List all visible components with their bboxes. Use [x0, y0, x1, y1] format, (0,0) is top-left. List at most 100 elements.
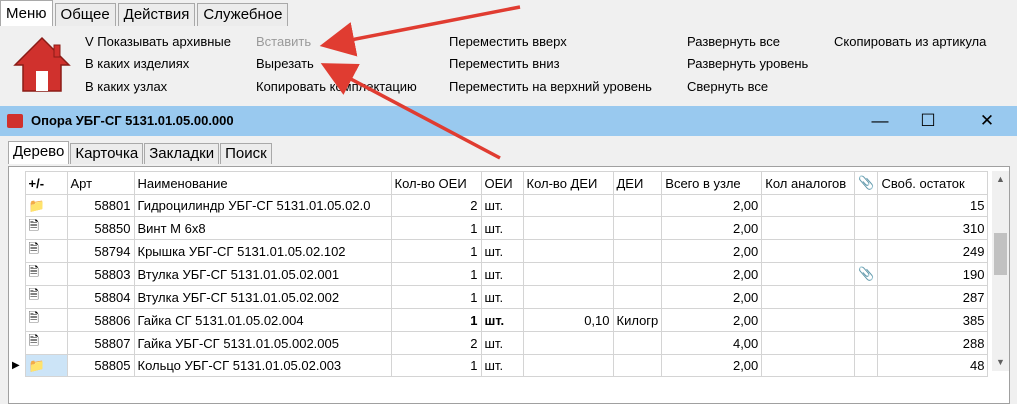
- cell-name[interactable]: Гидроцилиндр УБГ-СГ 5131.01.05.02.0: [133, 194, 392, 217]
- copy-from-article-button[interactable]: Скопировать из артикула: [834, 34, 986, 49]
- col-expand[interactable]: +/-: [24, 171, 68, 195]
- cell-name[interactable]: Втулка УБГ-СГ 5131.01.05.02.002: [133, 285, 392, 309]
- home-icon[interactable]: [12, 35, 72, 95]
- table-row[interactable]: 🗎 58804 Втулка УБГ-СГ 5131.01.05.02.002 1 шт…: [9, 285, 989, 309]
- table-row[interactable]: ▶ 📁 58805 Кольцо УБГ-СГ 5131.01.05.02.003 1 ш…: [9, 354, 989, 377]
- row-type-icon[interactable]: 🗎: [24, 262, 68, 286]
- row-type-icon[interactable]: 📁: [24, 194, 68, 217]
- cell-analogs[interactable]: [761, 331, 856, 355]
- cell-qty-oei[interactable]: 1: [390, 308, 482, 332]
- cell-attachment[interactable]: [854, 308, 879, 332]
- cell-analogs[interactable]: [761, 308, 856, 332]
- tab-menu[interactable]: Меню: [0, 0, 53, 27]
- cell-art[interactable]: 58803: [66, 262, 135, 286]
- row-type-icon[interactable]: 🗎: [24, 285, 68, 309]
- collapse-all-button[interactable]: Свернуть все: [687, 79, 768, 94]
- table-row[interactable]: 🗎 58794 Крышка УБГ-СГ 5131.01.05.02.102 1 шт…: [9, 239, 989, 263]
- scroll-down-icon[interactable]: ▼: [992, 354, 1009, 371]
- cell-total[interactable]: 4,00: [661, 331, 763, 355]
- col-analogs[interactable]: Кол аналогов: [761, 171, 856, 195]
- col-total[interactable]: Всего в узле: [661, 171, 763, 195]
- row-type-icon[interactable]: 🗎: [24, 331, 68, 355]
- in-nodes-button[interactable]: В каких узлах: [85, 79, 167, 94]
- cell-qty-oei[interactable]: 1: [390, 354, 482, 377]
- maximize-icon[interactable]: ☐: [905, 106, 951, 136]
- col-qty-oei[interactable]: Кол-во ОЕИ: [390, 171, 482, 195]
- col-name[interactable]: Наименование: [133, 171, 392, 195]
- cell-art[interactable]: 58804: [66, 285, 135, 309]
- move-down-button[interactable]: Переместить вниз: [449, 56, 560, 71]
- cell-dei[interactable]: [612, 262, 663, 286]
- col-attachment[interactable]: 📎: [854, 171, 879, 195]
- cell-attachment[interactable]: [854, 216, 879, 240]
- cell-stock[interactable]: 385: [877, 308, 989, 332]
- cell-name[interactable]: Крышка УБГ-СГ 5131.01.05.02.102: [133, 239, 392, 263]
- cell-qty-oei[interactable]: 1: [390, 285, 482, 309]
- cell-oei[interactable]: шт.: [480, 331, 524, 355]
- row-type-icon[interactable]: 📁: [24, 354, 68, 377]
- tab-actions[interactable]: Действия: [117, 3, 196, 26]
- cell-total[interactable]: 2,00: [661, 262, 763, 286]
- row-type-icon[interactable]: 🗎: [24, 239, 68, 263]
- cell-qty-oei[interactable]: 2: [390, 331, 482, 355]
- col-art[interactable]: Арт: [66, 171, 135, 195]
- minimize-icon[interactable]: —: [857, 106, 903, 136]
- cell-name[interactable]: Гайка СГ 5131.01.05.02.004: [133, 308, 392, 332]
- cell-art[interactable]: 58850: [66, 216, 135, 240]
- cell-oei[interactable]: шт.: [480, 285, 524, 309]
- cell-total[interactable]: 2,00: [661, 216, 763, 240]
- cell-oei[interactable]: шт.: [480, 308, 524, 332]
- cell-qty-dei[interactable]: [522, 194, 614, 217]
- cell-dei[interactable]: [612, 331, 663, 355]
- cell-art[interactable]: 58807: [66, 331, 135, 355]
- cell-analogs[interactable]: [761, 216, 856, 240]
- cell-analogs[interactable]: [761, 262, 856, 286]
- cell-total[interactable]: 2,00: [661, 285, 763, 309]
- cell-attachment[interactable]: [854, 331, 879, 355]
- cell-art[interactable]: 58801: [66, 194, 135, 217]
- row-type-icon[interactable]: 🗎: [24, 216, 68, 240]
- cell-oei[interactable]: шт.: [480, 216, 524, 240]
- cell-attachment[interactable]: [854, 285, 879, 309]
- paste-button[interactable]: Вставить: [256, 34, 311, 49]
- window-titlebar[interactable]: Опора УБГ-СГ 5131.01.05.00.000 — ☐ ✕: [0, 106, 1017, 136]
- cell-stock[interactable]: 288: [877, 331, 989, 355]
- cell-stock[interactable]: 310: [877, 216, 989, 240]
- cut-button[interactable]: Вырезать: [256, 56, 314, 71]
- cell-stock[interactable]: 249: [877, 239, 989, 263]
- tab-tree[interactable]: Дерево: [8, 141, 70, 164]
- close-icon[interactable]: ✕: [964, 106, 1010, 136]
- cell-name[interactable]: Кольцо УБГ-СГ 5131.01.05.02.003: [133, 354, 392, 377]
- cell-qty-dei[interactable]: [522, 239, 614, 263]
- cell-stock[interactable]: 15: [877, 194, 989, 217]
- table-row[interactable]: 🗎 58803 Втулка УБГ-СГ 5131.01.05.02.001 1 шт…: [9, 262, 989, 286]
- expand-all-button[interactable]: Развернуть все: [687, 34, 780, 49]
- cell-attachment[interactable]: [854, 239, 879, 263]
- cell-qty-oei[interactable]: 1: [390, 216, 482, 240]
- scroll-up-icon[interactable]: ▲: [992, 171, 1009, 188]
- cell-art[interactable]: 58806: [66, 308, 135, 332]
- table-row[interactable]: 🗎 58806 Гайка СГ 5131.01.05.02.004 1 шт. 0,10…: [9, 308, 989, 332]
- col-stock[interactable]: Своб. остаток: [877, 171, 989, 195]
- cell-stock[interactable]: 287: [877, 285, 989, 309]
- cell-qty-dei[interactable]: [522, 331, 614, 355]
- cell-attachment[interactable]: 📎: [854, 262, 879, 286]
- cell-qty-dei[interactable]: [522, 262, 614, 286]
- cell-qty-oei[interactable]: 1: [390, 239, 482, 263]
- cell-qty-oei[interactable]: 1: [390, 262, 482, 286]
- cell-name[interactable]: Втулка УБГ-СГ 5131.01.05.02.001: [133, 262, 392, 286]
- col-dei[interactable]: ДЕИ: [612, 171, 663, 195]
- in-products-button[interactable]: В каких изделиях: [85, 56, 189, 71]
- cell-art[interactable]: 58794: [66, 239, 135, 263]
- cell-qty-dei[interactable]: 0,10: [522, 308, 614, 332]
- cell-analogs[interactable]: [761, 239, 856, 263]
- cell-qty-dei[interactable]: [522, 216, 614, 240]
- scroll-thumb[interactable]: [994, 233, 1007, 275]
- cell-attachment[interactable]: [854, 194, 879, 217]
- vertical-scrollbar[interactable]: ▲ ▼: [992, 171, 1009, 371]
- cell-total[interactable]: 2,00: [661, 354, 763, 377]
- cell-analogs[interactable]: [761, 285, 856, 309]
- cell-stock[interactable]: 190: [877, 262, 989, 286]
- col-oei[interactable]: ОЕИ: [480, 171, 524, 195]
- cell-dei[interactable]: [612, 354, 663, 377]
